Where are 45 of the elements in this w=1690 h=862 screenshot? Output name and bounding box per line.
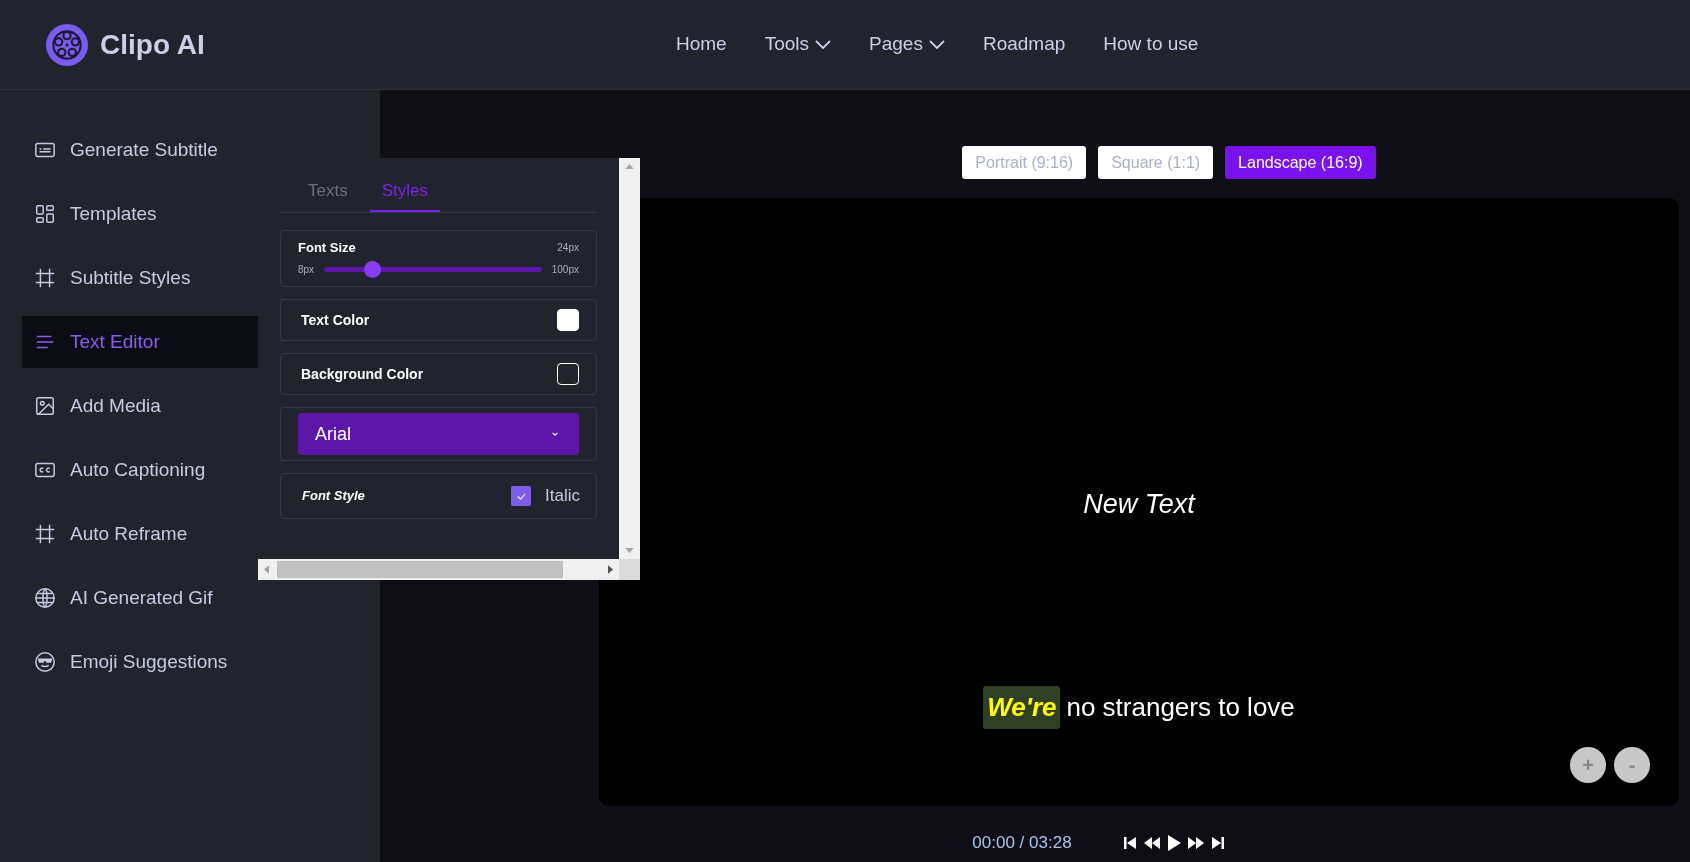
slider-max-label: 100px [551,263,579,277]
sidebar-item[interactable]: Emoji Suggestions [22,636,382,688]
chevron-down-icon [928,40,945,49]
film-reel-logo-icon [46,23,88,66]
brand-name: Clipo AI [100,27,205,62]
highlighted-word: We're [983,685,1061,729]
playback-time: 00:00 / 03:28 [972,832,1072,854]
hashtag-frame-icon [34,523,56,545]
font-dropdown[interactable]: Arial [298,413,579,455]
nav-link[interactable]: Home [676,30,727,59]
grid-icon [34,203,56,225]
sidebar-item[interactable]: Auto Reframe [22,508,382,560]
slider-min-label: 8px [298,263,315,277]
play-icon[interactable] [1165,833,1182,852]
aspect-ratio-button[interactable]: Landscape (16:9) [1225,146,1376,179]
globe-icon [34,587,56,609]
checkbox-label: Italic [545,485,580,508]
hashtag-frame-icon [34,267,56,289]
scrollbar-corner [619,559,640,580]
fast-forward-icon[interactable] [1185,834,1206,851]
skip-back-icon[interactable] [1121,834,1138,851]
subtitle-text: no strangers to love [1066,690,1295,724]
nav-link[interactable]: Roadmap [982,30,1066,59]
sidebar-item[interactable]: Generate Subtitle [22,124,382,176]
font-size-value: 24px [557,240,579,255]
sunglasses-face-icon [34,651,56,673]
slider-thumb[interactable] [364,261,382,278]
horizontal-scrollbar[interactable] [258,559,619,580]
chevron-down-icon [815,40,832,49]
sidebar-item[interactable]: AI Generated Gif [22,572,382,624]
nav-link[interactable]: Pages [869,30,945,59]
image-icon [34,395,56,417]
color-swatch[interactable] [557,309,579,331]
skip-forward-icon[interactable] [1209,834,1226,851]
font-size-slider[interactable] [324,261,542,278]
overlay-text[interactable]: New Text [1083,484,1195,525]
chevron-down-icon [551,430,559,438]
nav-link[interactable]: Tools [764,30,832,59]
setting-label: Font Size [298,238,356,257]
scrollbar-thumb[interactable] [277,561,563,578]
color-swatch[interactable] [557,363,579,385]
italic-checkbox[interactable] [511,486,532,506]
nav-link[interactable]: How to use [1103,30,1199,59]
setting-label: Font Style [302,487,365,506]
scroll-right-icon[interactable] [608,565,613,574]
